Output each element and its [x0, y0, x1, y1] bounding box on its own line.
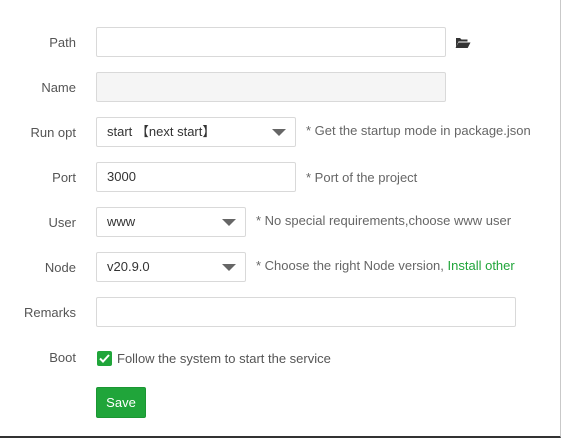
port-input[interactable]: 3000 [96, 162, 296, 192]
user-select[interactable]: www [96, 207, 246, 237]
chevron-down-icon [272, 129, 286, 136]
run-opt-value: start 【next start】 [107, 124, 216, 139]
name-label: Name [41, 80, 76, 95]
check-icon [99, 354, 110, 363]
boot-checkbox[interactable] [97, 351, 112, 366]
name-input[interactable] [96, 72, 446, 102]
boot-label: Boot [49, 350, 76, 365]
port-hint: * Port of the project [306, 170, 418, 185]
node-select[interactable]: v20.9.0 [96, 252, 246, 282]
project-settings-form: Path Name Run opt start 【next start】 * G… [0, 0, 561, 438]
save-button[interactable]: Save [96, 387, 146, 418]
run-opt-label: Run opt [30, 125, 76, 140]
folder-open-icon[interactable] [455, 36, 471, 52]
chevron-down-icon [222, 219, 236, 226]
boot-checkbox-label[interactable]: Follow the system to start the service [117, 351, 331, 367]
node-hint-text: * Choose the right Node version, [256, 258, 444, 273]
port-label: Port [52, 170, 76, 185]
node-hint: * Choose the right Node version, Install… [256, 251, 515, 281]
path-label: Path [49, 35, 76, 50]
path-input[interactable] [96, 27, 446, 57]
node-label: Node [44, 260, 76, 275]
user-label: User [48, 215, 76, 230]
node-value: v20.9.0 [107, 259, 150, 274]
remarks-input[interactable] [96, 297, 516, 327]
install-other-link[interactable]: Install other [448, 258, 515, 273]
run-opt-hint: * Get the startup mode in package.json [306, 123, 531, 138]
run-opt-select[interactable]: start 【next start】 [96, 117, 296, 147]
user-value: www [107, 214, 136, 229]
user-hint: * No special requirements,choose www use… [256, 213, 512, 228]
remarks-label: Remarks [23, 305, 76, 320]
chevron-down-icon [222, 264, 236, 271]
